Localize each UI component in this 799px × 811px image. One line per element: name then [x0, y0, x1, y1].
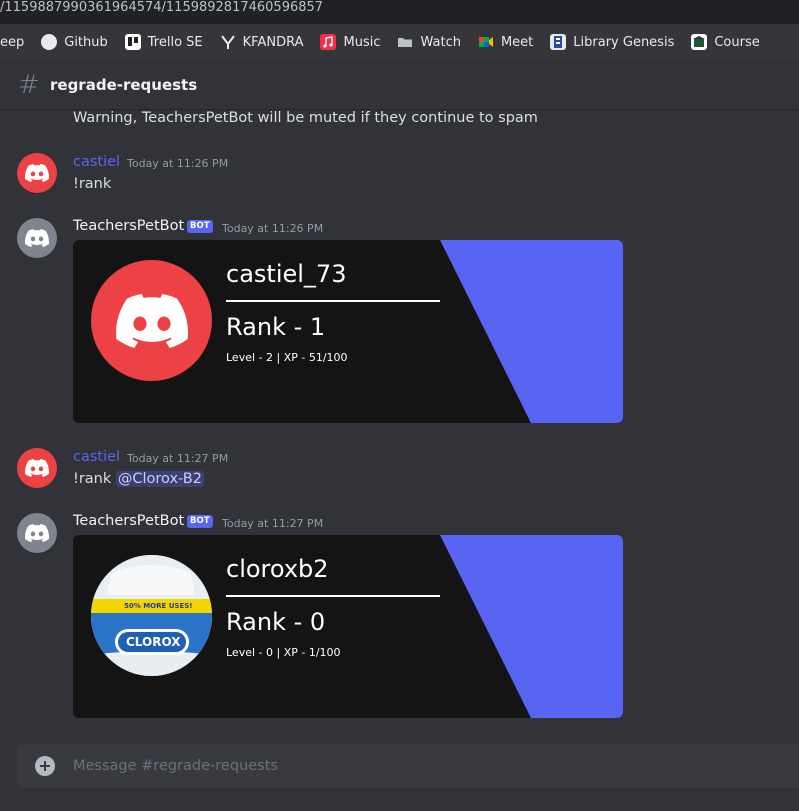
bookmark-library-genesis[interactable]: Library Genesis: [542, 28, 683, 56]
trello-icon: [124, 34, 141, 50]
message-author[interactable]: TeachersPetBot: [73, 513, 184, 529]
bookmark-watch[interactable]: Watch: [389, 28, 469, 56]
discord-logo-icon: [115, 293, 188, 348]
bookmark-music[interactable]: Music: [312, 28, 389, 56]
avatar[interactable]: [17, 153, 57, 193]
discord-logo-icon: [25, 229, 49, 247]
message-timestamp: Today at 11:27 PM: [127, 452, 229, 465]
user-mention[interactable]: @Clorox-B2: [115, 471, 204, 487]
message-timestamp: Today at 11:27 PM: [222, 517, 324, 530]
rank-card-avatar: [91, 260, 212, 381]
url-text: /1159887990361964574/1159892817460596857: [0, 0, 324, 15]
message-author[interactable]: castiel: [73, 449, 120, 465]
message-content: !rank: [73, 176, 112, 192]
bookmark-keep[interactable]: eep: [0, 28, 33, 56]
rank-card-rank: Rank - 0: [226, 608, 326, 636]
message-input-placeholder[interactable]: Message #regrade-requests: [73, 758, 278, 774]
discord-logo-icon: [25, 164, 49, 182]
rank-card-avatar-clorox: 50% MORE USES! CLOROX: [91, 555, 212, 676]
address-bar[interactable]: /1159887990361964574/1159892817460596857: [0, 0, 799, 24]
bot-avatar[interactable]: [17, 513, 57, 553]
channel-hash-icon: #: [18, 69, 40, 100]
bookmark-label: Course: [714, 34, 760, 50]
clorox-bottle-image: [91, 555, 212, 676]
library-icon: [550, 34, 567, 50]
rank-card-username: castiel_73: [226, 260, 347, 288]
message-timestamp: Today at 11:26 PM: [222, 222, 324, 235]
bookmark-label: Trello SE: [147, 34, 203, 50]
meet-icon: [478, 34, 494, 50]
message-content: !rank @Clorox-B2: [73, 471, 204, 487]
rank-card[interactable]: 50% MORE USES! CLOROX cloroxb2 Rank - 0 …: [73, 535, 623, 718]
add-attachment-icon[interactable]: [35, 756, 55, 776]
rank-card-rank: Rank - 1: [226, 313, 326, 341]
kfandra-icon: [220, 34, 236, 50]
bookmark-label: KFANDRA: [242, 34, 304, 50]
bookmark-github[interactable]: Github: [33, 28, 117, 56]
rank-card-divider: [226, 300, 440, 302]
bookmark-meet[interactable]: Meet: [470, 28, 542, 56]
clorox-banner-text: 50% MORE USES!: [124, 602, 193, 610]
rank-card-level: Level - 0 | XP - 1/100: [226, 646, 341, 659]
discord-logo-icon: [25, 459, 49, 477]
folder-icon: [397, 34, 413, 50]
bookmark-label: Watch: [420, 34, 461, 50]
channel-header: # regrade-requests: [0, 60, 799, 110]
system-warning-message: Warning, TeachersPetBot will be muted if…: [73, 110, 538, 126]
message-text: !rank: [73, 471, 112, 487]
music-icon: [320, 34, 337, 50]
bot-avatar[interactable]: [17, 218, 57, 258]
avatar[interactable]: [17, 448, 57, 488]
message-composer[interactable]: Message #regrade-requests: [17, 744, 799, 788]
clorox-brand-text: CLOROX: [126, 635, 181, 649]
bot-tag: BOT: [187, 220, 213, 233]
rank-card[interactable]: castiel_73 Rank - 1 Level - 2 | XP - 51/…: [73, 240, 623, 423]
bookmark-label: eep: [0, 34, 25, 50]
channel-name[interactable]: regrade-requests: [50, 76, 197, 94]
bookmark-course[interactable]: Course: [683, 28, 768, 56]
message-timestamp: Today at 11:26 PM: [127, 157, 229, 170]
bookmarks-bar: eep Github Trello SE KFANDRA Music Watch…: [0, 24, 799, 60]
rank-card-username: cloroxb2: [226, 555, 329, 583]
message-author[interactable]: TeachersPetBot: [73, 218, 184, 234]
message-author[interactable]: castiel: [73, 154, 120, 170]
rank-card-divider: [226, 595, 440, 597]
bookmark-label: Github: [64, 34, 108, 50]
bookmark-label: Meet: [500, 34, 534, 50]
bookmark-label: Music: [343, 34, 381, 50]
bookmark-trello[interactable]: Trello SE: [117, 28, 212, 56]
bookmark-label: Library Genesis: [573, 34, 675, 50]
bookmark-kfandra[interactable]: KFANDRA: [212, 28, 313, 56]
discord-logo-icon: [25, 524, 49, 542]
rank-card-level: Level - 2 | XP - 51/100: [226, 351, 348, 364]
course-icon: [691, 34, 708, 50]
github-icon: [41, 34, 58, 50]
bot-tag: BOT: [187, 515, 213, 528]
